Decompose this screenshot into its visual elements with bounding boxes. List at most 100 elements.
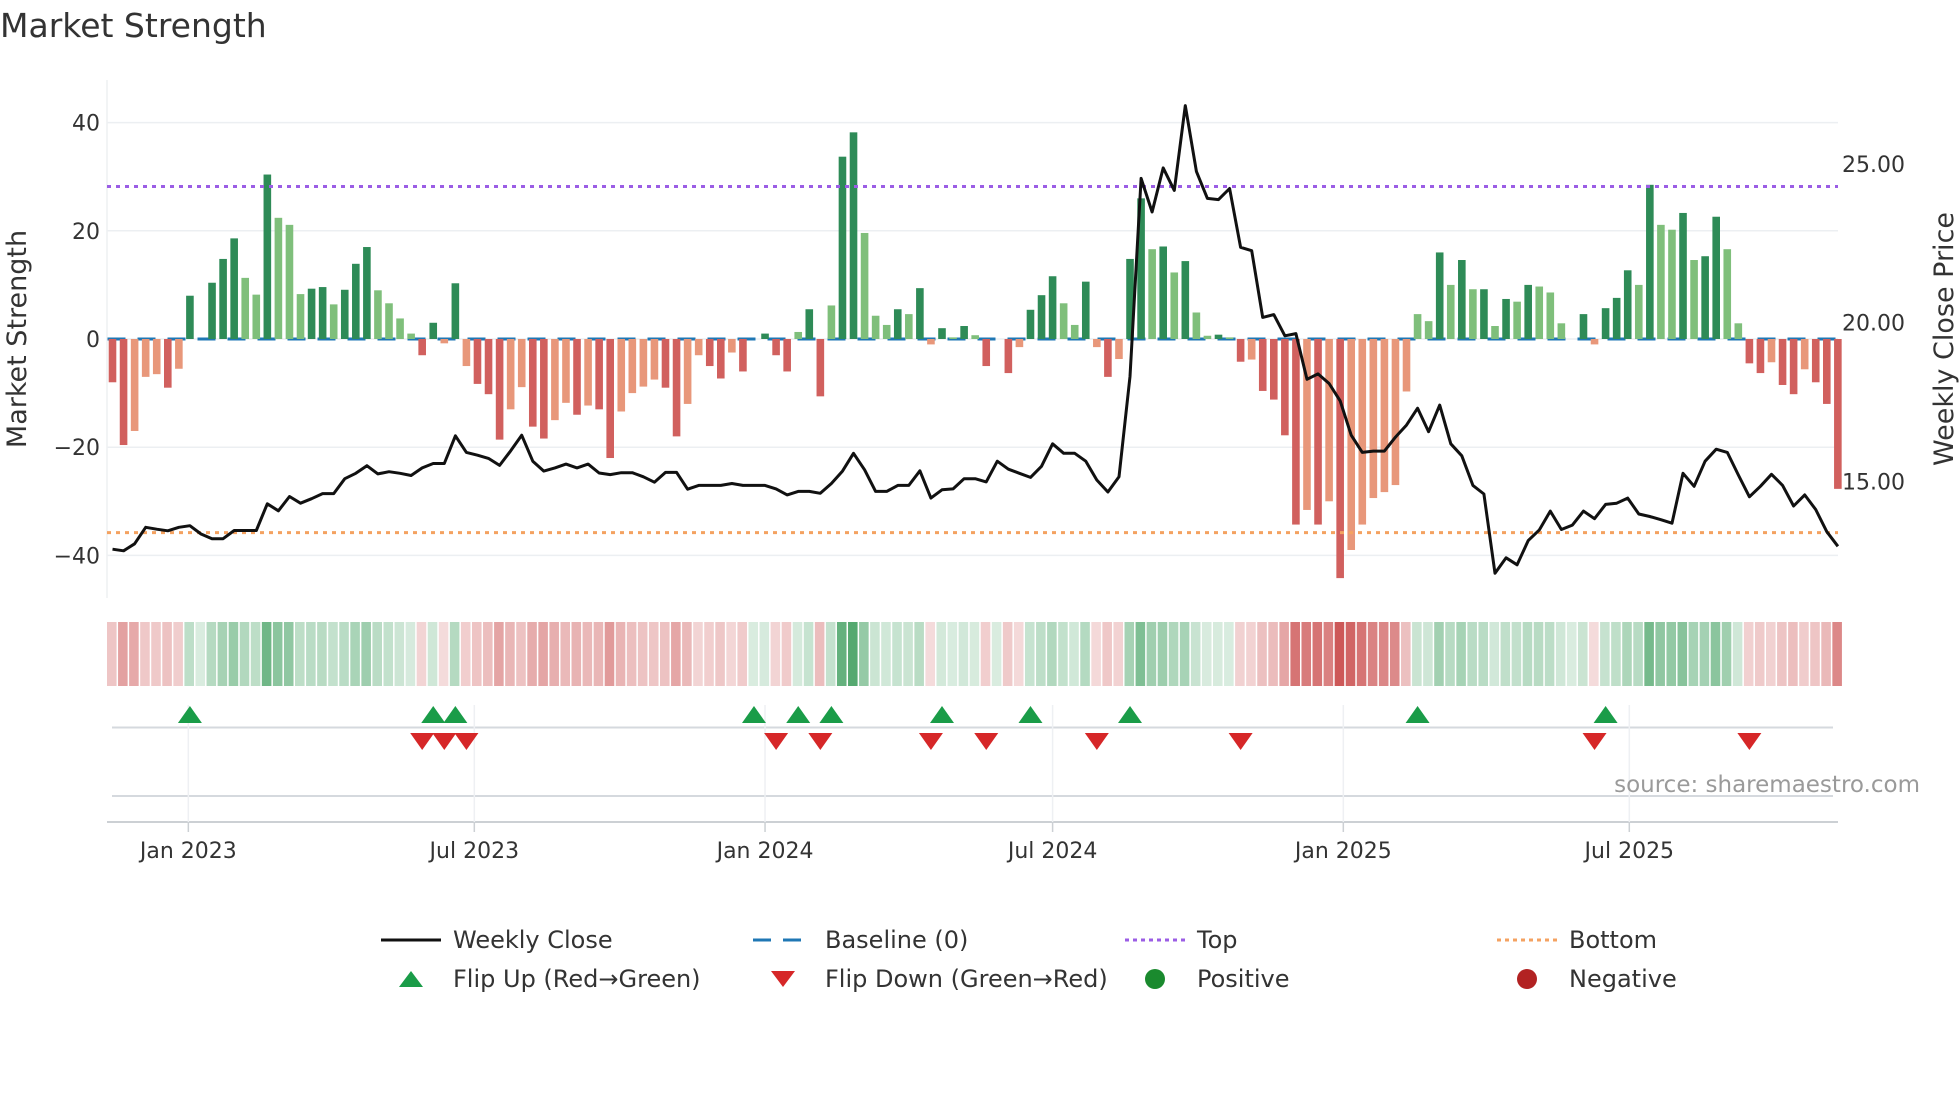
heat-strip-cell <box>1544 622 1555 686</box>
heat-strip-cell <box>1246 622 1256 686</box>
heat-strip-cell <box>1401 622 1411 686</box>
heat-strip-cell <box>1356 622 1367 686</box>
strength-bar <box>1657 224 1665 339</box>
strength-bar <box>1159 246 1167 339</box>
strength-bar <box>451 283 460 339</box>
heat-strip-cell <box>737 622 747 686</box>
flip-down-marker <box>808 733 833 750</box>
x-tick-label: Jul 2024 <box>1006 839 1098 864</box>
heat-strip-cell <box>1589 622 1599 686</box>
flip-up-marker <box>1405 706 1430 723</box>
heat-strip-cell <box>1047 622 1057 686</box>
strength-bar <box>694 339 703 356</box>
strength-bar <box>805 309 814 339</box>
heat-strip-cell <box>1157 622 1168 686</box>
flip-up-marker <box>741 706 766 723</box>
heat-strip-cell <box>803 622 814 686</box>
strength-bar <box>1170 272 1179 339</box>
strength-bar <box>418 339 426 356</box>
heat-strip-cell <box>483 622 493 686</box>
heat-strip-cell <box>1434 622 1444 686</box>
strength-bar <box>1093 339 1101 348</box>
heat-strip-cell <box>1555 622 1566 686</box>
heat-strip-cell <box>1655 622 1665 686</box>
strength-bar <box>1502 298 1510 339</box>
strength-bar <box>982 339 991 367</box>
heat-strip-cell <box>1235 622 1245 686</box>
strength-bar <box>916 288 924 339</box>
x-tick-label: Jan 2023 <box>138 839 237 864</box>
heat-strip-cell <box>980 622 991 686</box>
x-tick-label: Jul 2023 <box>428 839 520 864</box>
strength-bar <box>175 339 183 369</box>
strength-bar <box>838 156 847 339</box>
strength-bar <box>1469 289 1477 339</box>
legend-label: Bottom <box>1569 926 1658 954</box>
heat-strip-cell <box>427 622 438 686</box>
heat-strip-cell <box>206 622 217 686</box>
strength-bar <box>1668 229 1676 339</box>
heat-strip-cell <box>571 622 582 686</box>
strength-bar <box>1590 339 1599 345</box>
strength-bar <box>1402 339 1411 392</box>
legend-label: Baseline (0) <box>825 926 969 954</box>
heat-strip-cell <box>925 622 935 686</box>
heat-strip-cell <box>814 622 825 686</box>
strength-bar <box>1026 309 1035 339</box>
market-strength-chart: 40 20 0 −20 −40 25.00 20.00 15.00 Market Strengt… <box>2 80 1960 864</box>
solid-line-icon <box>381 928 441 952</box>
strength-bar <box>1225 337 1234 339</box>
y2-tick-label: 25.00 <box>1842 153 1905 178</box>
strength-bar <box>1181 261 1190 339</box>
strength-bar <box>1203 335 1212 339</box>
dashed-line-icon <box>753 928 813 952</box>
heat-strip-cell <box>438 622 449 686</box>
heat-strip-cell <box>836 622 847 686</box>
flip-down-marker <box>1084 733 1109 750</box>
heat-strip-cell <box>460 622 471 686</box>
heat-strip-cell <box>1257 622 1267 686</box>
heat-strip-cell <box>1633 622 1643 686</box>
strength-bar <box>1612 297 1621 339</box>
strength-bar <box>639 339 648 387</box>
heat-strip-cell <box>1788 622 1798 686</box>
strength-bar <box>1015 339 1024 348</box>
strength-bar <box>827 305 836 339</box>
heat-strip-cell <box>870 622 880 686</box>
strength-bar <box>517 339 526 388</box>
strength-bar <box>1690 260 1698 339</box>
legend-weekly-close: Weekly Close <box>381 926 613 954</box>
y2-axis-label: Weekly Close Price <box>1929 212 1960 466</box>
heat-strip-cell <box>1754 622 1765 686</box>
heat-strip-cell <box>593 622 604 686</box>
heat-strip-cell <box>1013 622 1024 686</box>
strength-bar <box>849 132 858 339</box>
heat-strip-cell <box>283 622 294 686</box>
strength-bar <box>1601 308 1610 339</box>
heat-strip-cell <box>637 622 648 686</box>
heat-strip-cell <box>1091 622 1101 686</box>
heat-strip-cell <box>306 622 316 686</box>
strength-bar <box>274 217 283 339</box>
strength-bar <box>628 339 637 394</box>
flip-down-marker <box>1582 733 1607 750</box>
strength-bar <box>1811 339 1820 383</box>
strength-bar <box>108 339 117 383</box>
strength-bar <box>484 339 493 395</box>
heat-strip-cell <box>339 622 349 686</box>
strength-bar <box>1413 314 1422 339</box>
heat-strip-cell <box>516 622 526 686</box>
heat-strip-cell <box>704 622 714 686</box>
heat-strip-cell <box>261 622 272 686</box>
strength-bar <box>528 339 537 427</box>
strength-bar <box>882 324 891 339</box>
strength-bar <box>340 289 349 339</box>
y2-tick-label: 20.00 <box>1842 312 1905 337</box>
strength-bar <box>772 339 780 356</box>
heat-strip-cell <box>969 622 980 686</box>
heat-strip-cell <box>648 622 659 686</box>
heat-strip-cell <box>1766 622 1776 686</box>
heat-strip-cell <box>1699 622 1710 686</box>
strength-bar <box>1634 284 1643 339</box>
flip-down-marker <box>1737 733 1762 750</box>
